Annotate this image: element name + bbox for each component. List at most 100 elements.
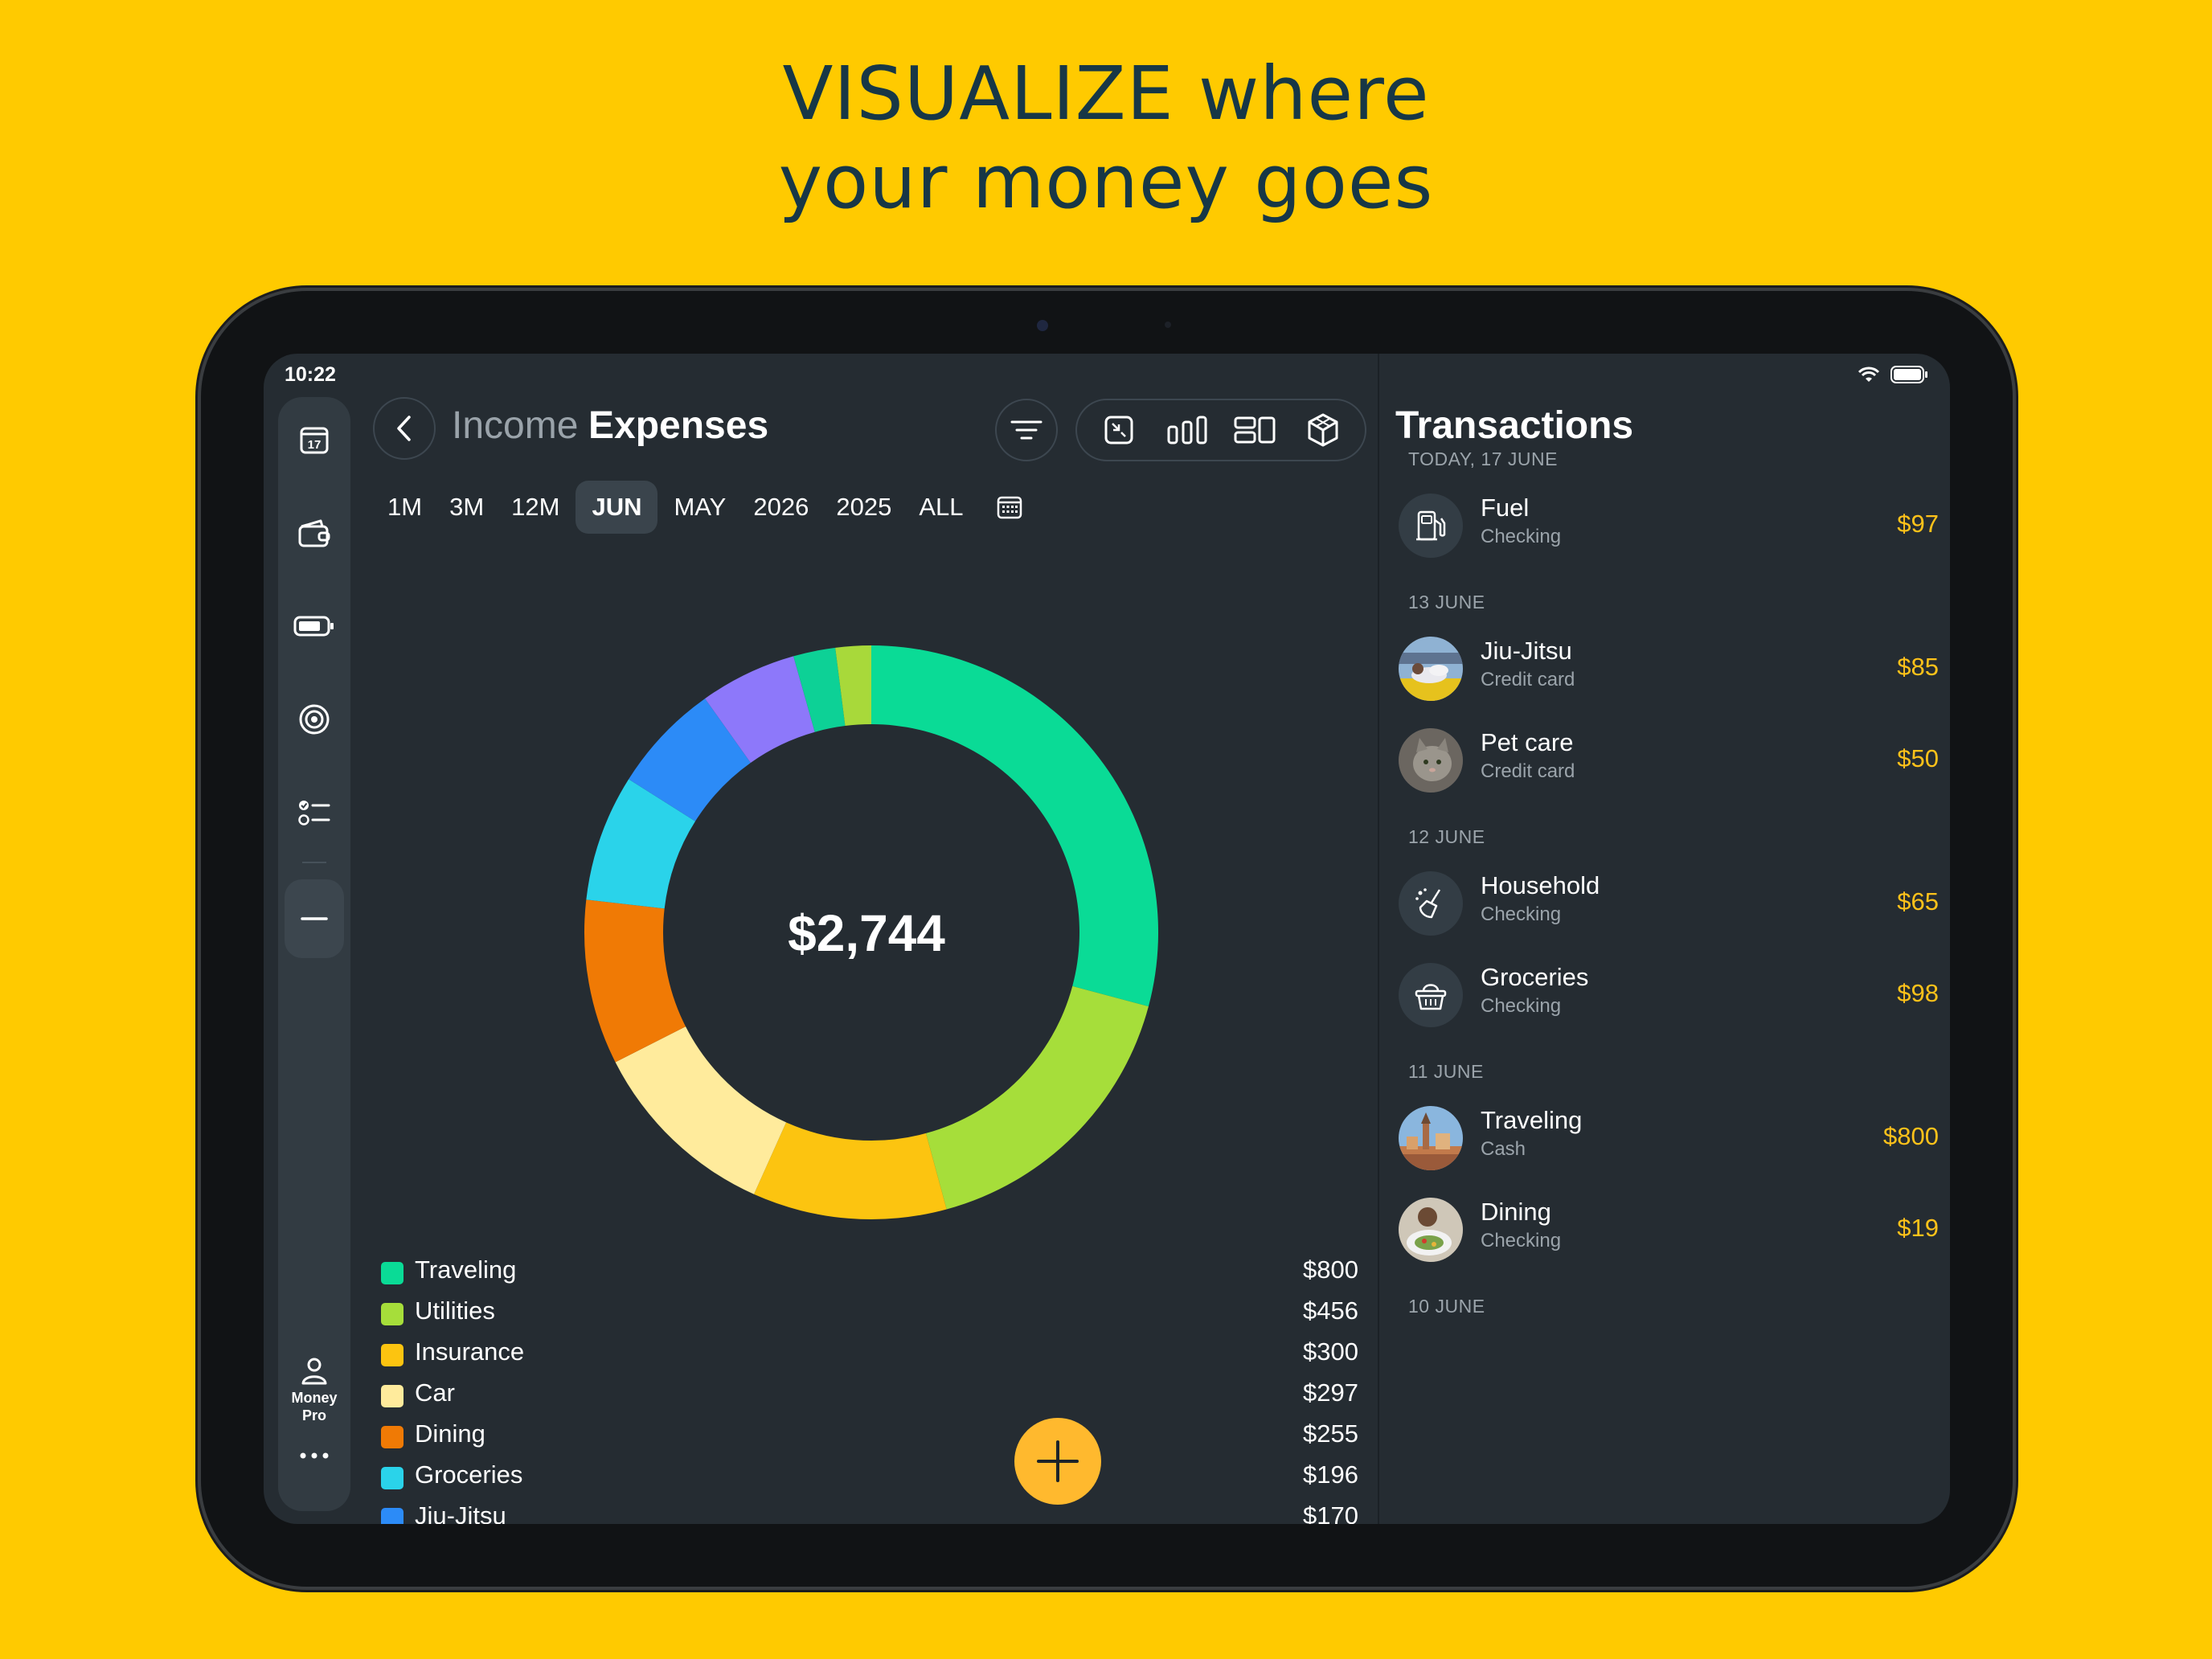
transaction-account: Credit card — [1481, 760, 1575, 782]
legend-row[interactable]: Dining $255 — [381, 1415, 1358, 1456]
period-all[interactable]: ALL — [907, 481, 974, 534]
period-may[interactable]: MAY — [662, 481, 737, 534]
period-jun[interactable]: JUN — [576, 481, 658, 534]
sensor — [1165, 322, 1171, 328]
rail-checklist-button[interactable] — [285, 783, 344, 842]
legend-swatch — [381, 1262, 403, 1284]
transaction-row[interactable]: Groceries Checking $98 — [1399, 953, 1939, 1034]
legend-value: $196 — [1303, 1460, 1358, 1489]
date-header: 11 JUNE — [1408, 1061, 1484, 1082]
transaction-name: Groceries — [1481, 963, 1589, 991]
side-rail: 17 Money Pro — [278, 397, 350, 1511]
profile-label-line-2: Pro — [301, 1407, 326, 1423]
rail-profile-button[interactable]: Money Pro — [278, 1357, 350, 1424]
profile-label-line-1: Money — [291, 1390, 338, 1406]
period-3m[interactable]: 3M — [438, 481, 495, 534]
fuel-pump-icon — [1399, 494, 1463, 558]
legend-row[interactable]: Insurance $300 — [381, 1333, 1358, 1374]
legend-label: Traveling — [415, 1256, 517, 1284]
transaction-account: Checking — [1481, 1230, 1562, 1251]
basket-icon — [1399, 963, 1463, 1027]
headline-line-1: VISUALIZE where — [782, 51, 1430, 137]
collapse-view-button[interactable] — [1092, 403, 1145, 457]
chevron-left-icon — [397, 416, 411, 441]
rail-more-button[interactable] — [285, 1426, 344, 1485]
transaction-account: Credit card — [1481, 669, 1575, 690]
income-tab[interactable]: Income — [452, 403, 578, 448]
legend-row[interactable]: Car $297 — [381, 1374, 1358, 1415]
legend-row[interactable]: Traveling $800 — [381, 1251, 1358, 1292]
rail-budget-button[interactable] — [285, 596, 344, 656]
transaction-amount: $98 — [1897, 979, 1939, 1007]
transaction-amount: $97 — [1897, 510, 1939, 538]
donut-segment-insurance[interactable] — [753, 1122, 947, 1219]
rail-wallet-button[interactable] — [285, 503, 344, 563]
date-header: 13 JUNE — [1408, 592, 1485, 612]
legend: Traveling $800 Utilities $456 Insurance $300 C… — [381, 1251, 1358, 1524]
legend-row[interactable]: Jiu-Jitsu $170 — [381, 1497, 1358, 1524]
period-2025[interactable]: 2025 — [825, 481, 903, 534]
legend-label: Dining — [415, 1419, 485, 1448]
legend-row[interactable]: Utilities $456 — [381, 1292, 1358, 1333]
cleaning-icon — [1399, 871, 1463, 936]
custom-range-button[interactable] — [992, 481, 1027, 534]
legend-swatch — [381, 1303, 403, 1325]
ellipsis-icon — [300, 1452, 329, 1459]
bar-chart-icon — [1167, 416, 1207, 444]
minus-icon — [301, 917, 328, 920]
add-transaction-button[interactable] — [1014, 1418, 1101, 1505]
transaction-name: Household — [1481, 871, 1600, 899]
period-2026[interactable]: 2026 — [742, 481, 820, 534]
calendar-badge: 17 — [308, 438, 322, 452]
period-selector: 1M 3M 12M JUN MAY 2026 2025 ALL — [376, 481, 1027, 534]
period-12m[interactable]: 12M — [500, 481, 571, 534]
legend-label: Insurance — [415, 1337, 525, 1366]
filter-icon — [1010, 420, 1043, 440]
transaction-amount: $50 — [1897, 744, 1939, 772]
date-header: 10 JUNE — [1408, 1296, 1485, 1317]
transaction-amount: $65 — [1897, 887, 1939, 916]
collapse-icon — [1104, 416, 1133, 444]
legend-label: Car — [415, 1378, 455, 1407]
legend-label: Utilities — [415, 1296, 495, 1325]
tiles-view-button[interactable] — [1228, 403, 1281, 457]
date-header: TODAY, 17 JUNE — [1408, 449, 1558, 469]
rail-goals-button[interactable] — [285, 690, 344, 749]
tiles-icon — [1234, 416, 1276, 444]
transaction-row[interactable]: Traveling Cash $800 — [1399, 1096, 1939, 1177]
legend-swatch — [381, 1508, 403, 1524]
dining-photo — [1399, 1198, 1463, 1262]
transaction-row[interactable]: Jiu-Jitsu Credit card $85 — [1399, 627, 1939, 707]
transactions-panel: Transactions TODAY, 17 JUNE Fuel Checking $… — [1379, 354, 1950, 1524]
legend-label: Groceries — [415, 1460, 523, 1489]
rail-expenses-button[interactable] — [285, 879, 344, 958]
donut-segment-car[interactable] — [615, 1026, 787, 1194]
transactions-title: Transactions — [1395, 404, 1634, 447]
transaction-row[interactable]: Pet care Credit card $50 — [1399, 719, 1939, 799]
transaction-row[interactable]: Household Checking $65 — [1399, 862, 1939, 942]
front-camera — [1037, 320, 1048, 331]
transaction-account: Cash — [1481, 1138, 1526, 1160]
jiu-jitsu-photo — [1399, 637, 1463, 701]
rail-calendar-button[interactable]: 17 — [285, 410, 344, 469]
legend-swatch — [381, 1467, 403, 1489]
transaction-row[interactable]: Dining Checking $19 — [1399, 1188, 1939, 1268]
period-1m[interactable]: 1M — [376, 481, 433, 534]
person-icon — [301, 1358, 327, 1385]
transaction-amount: $85 — [1897, 653, 1939, 681]
legend-value: $300 — [1303, 1337, 1358, 1366]
expenses-tab[interactable]: Expenses — [588, 403, 768, 448]
legend-swatch — [381, 1426, 403, 1448]
donut-segment-utilities[interactable] — [925, 985, 1149, 1210]
plus-icon — [1037, 1440, 1079, 1482]
legend-row[interactable]: Groceries $196 — [381, 1456, 1358, 1497]
wallet-icon — [298, 519, 330, 547]
cube-view-button[interactable] — [1296, 403, 1350, 457]
donut-total: $2,744 — [788, 904, 945, 962]
bar-view-button[interactable] — [1161, 403, 1214, 457]
transaction-name: Dining — [1481, 1198, 1551, 1226]
filter-button[interactable] — [995, 399, 1058, 461]
transaction-name: Jiu-Jitsu — [1481, 637, 1572, 665]
transaction-row[interactable]: Fuel Checking $97 — [1399, 484, 1939, 564]
back-button[interactable] — [373, 397, 436, 460]
